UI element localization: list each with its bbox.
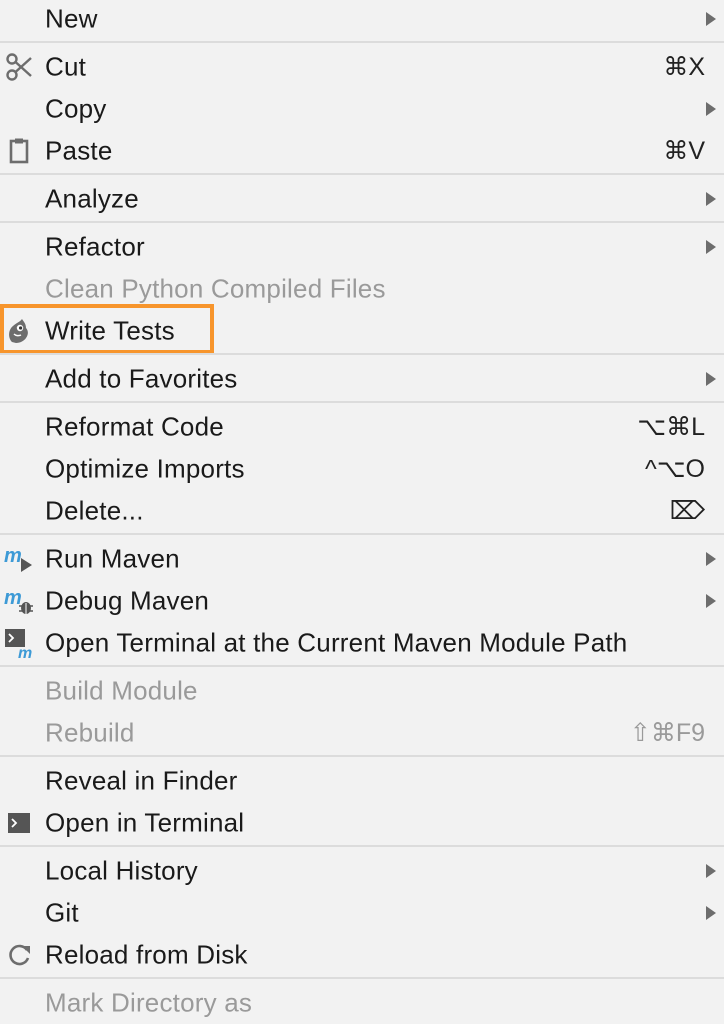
menu-item-label: Mark Directory as: [45, 987, 253, 1018]
menu-item-analyze[interactable]: Analyze: [0, 178, 724, 220]
highlight-box: [0, 304, 214, 354]
separator: [0, 665, 724, 667]
menu-item-label: Refactor: [45, 231, 145, 262]
submenu-arrow-icon: [706, 372, 716, 386]
maven-debug-icon: m: [4, 586, 34, 616]
menu-item-copy[interactable]: Copy: [0, 88, 724, 130]
menu-item-refactor[interactable]: Refactor: [0, 226, 724, 268]
submenu-arrow-icon: [706, 594, 716, 608]
menu-item-add-favorites[interactable]: Add to Favorites: [0, 358, 724, 400]
menu-item-build-module: Build Module: [0, 670, 724, 712]
maven-terminal-icon: m: [4, 628, 34, 662]
menu-item-rebuild: Rebuild ⇧⌘F9: [0, 712, 724, 754]
menu-item-label: Delete...: [45, 495, 144, 526]
menu-item-label: Add to Favorites: [45, 363, 238, 394]
submenu-arrow-icon: [706, 102, 716, 116]
menu-item-label: Build Module: [45, 675, 198, 706]
menu-item-cut[interactable]: Cut ⌘X: [0, 46, 724, 88]
separator: [0, 533, 724, 535]
shortcut-label: ⌘V: [663, 137, 705, 165]
shortcut-label: ^⌥O: [645, 455, 705, 483]
separator: [0, 845, 724, 847]
separator: [0, 41, 724, 43]
menu-item-label: Clean Python Compiled Files: [45, 273, 386, 304]
terminal-icon: [4, 808, 34, 838]
menu-item-label: Copy: [45, 93, 107, 124]
separator: [0, 401, 724, 403]
menu-item-label: Reformat Code: [45, 411, 224, 442]
menu-item-label: Paste: [45, 135, 113, 166]
separator: [0, 353, 724, 355]
menu-item-new[interactable]: New: [0, 0, 724, 40]
menu-item-label: Open Terminal at the Current Maven Modul…: [45, 627, 628, 658]
shortcut-label: ⇧⌘F9: [629, 719, 705, 747]
menu-item-label: Open in Terminal: [45, 807, 245, 838]
menu-item-reformat-code[interactable]: Reformat Code ⌥⌘L: [0, 406, 724, 448]
menu-item-optimize-imports[interactable]: Optimize Imports ^⌥O: [0, 448, 724, 490]
maven-run-icon: m: [4, 544, 34, 574]
menu-item-delete[interactable]: Delete... ⌦: [0, 490, 724, 532]
menu-item-open-terminal-maven[interactable]: m Open Terminal at the Current Maven Mod…: [0, 622, 724, 664]
submenu-arrow-icon: [706, 864, 716, 878]
shortcut-label: ⌘X: [663, 53, 705, 81]
menu-item-label: Optimize Imports: [45, 453, 245, 484]
menu-item-label: Run Maven: [45, 543, 180, 574]
clipboard-icon: [4, 136, 34, 166]
menu-item-debug-maven[interactable]: m Debug Maven: [0, 580, 724, 622]
menu-item-label: New: [45, 3, 98, 34]
menu-item-mark-directory: Mark Directory as: [0, 982, 724, 1024]
separator: [0, 221, 724, 223]
submenu-arrow-icon: [706, 906, 716, 920]
menu-item-local-history[interactable]: Local History: [0, 850, 724, 892]
menu-item-label: Local History: [45, 855, 198, 886]
shortcut-label: ⌥⌘L: [637, 413, 705, 441]
svg-text:m: m: [18, 645, 32, 658]
context-menu: New Cut ⌘X Copy Paste ⌘V Analyze Refacto…: [0, 0, 724, 1018]
submenu-arrow-icon: [706, 12, 716, 26]
submenu-arrow-icon: [706, 552, 716, 566]
svg-text:m: m: [4, 545, 22, 567]
menu-item-label: Reload from Disk: [45, 939, 248, 970]
menu-item-label: Debug Maven: [45, 585, 210, 616]
menu-item-label: Cut: [45, 51, 87, 82]
separator: [0, 173, 724, 175]
menu-item-label: Reveal in Finder: [45, 765, 238, 796]
submenu-arrow-icon: [706, 192, 716, 206]
menu-item-label: Rebuild: [45, 717, 135, 748]
delete-forward-icon: ⌦: [669, 497, 705, 525]
menu-item-reload-from-disk[interactable]: Reload from Disk: [0, 934, 724, 976]
separator: [0, 977, 724, 979]
reload-icon: [4, 940, 34, 970]
scissors-icon: [4, 52, 34, 82]
submenu-arrow-icon: [706, 240, 716, 254]
menu-item-git[interactable]: Git: [0, 892, 724, 934]
menu-item-label: Analyze: [45, 183, 139, 214]
menu-item-open-terminal[interactable]: Open in Terminal: [0, 802, 724, 844]
separator: [0, 755, 724, 757]
menu-item-run-maven[interactable]: m Run Maven: [0, 538, 724, 580]
menu-item-paste[interactable]: Paste ⌘V: [0, 130, 724, 172]
menu-item-label: Git: [45, 897, 79, 928]
menu-item-reveal-finder[interactable]: Reveal in Finder: [0, 760, 724, 802]
